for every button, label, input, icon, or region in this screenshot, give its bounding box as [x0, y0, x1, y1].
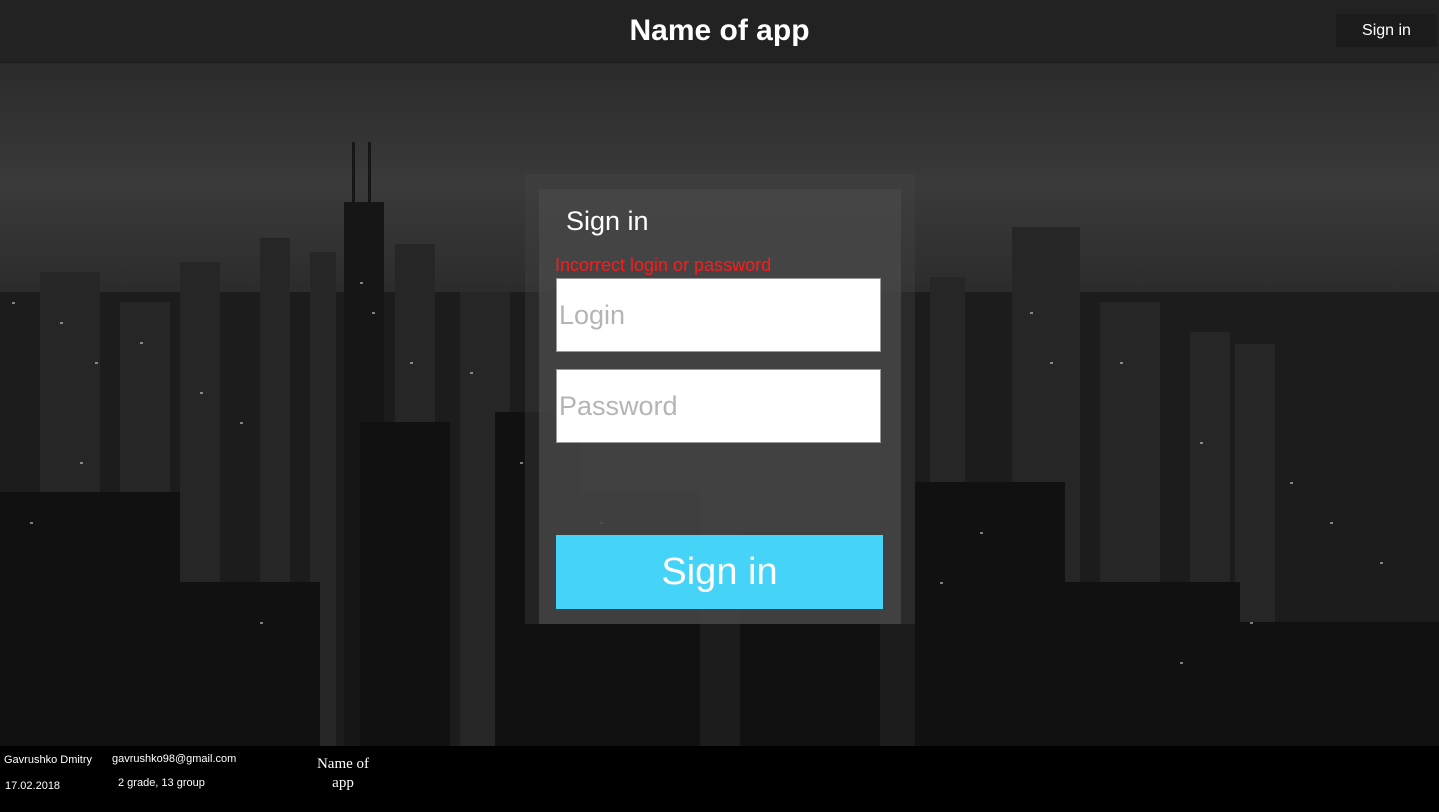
footer-group: 2 grade, 13 group	[118, 777, 205, 789]
footer-author: Gavrushko Dmitry	[4, 754, 93, 766]
top-header: Name of app Sign in	[0, 0, 1439, 63]
login-error-message: Incorrect login or password	[555, 255, 772, 275]
page-footer: Gavrushko Dmitry 17.02.2018 gavrushko98@…	[0, 746, 1439, 812]
header-sign-in-button[interactable]: Sign in	[1336, 14, 1437, 47]
footer-date: 17.02.2018	[5, 780, 61, 792]
app-title: Name of app	[629, 14, 810, 47]
footer-email: gavrushko98@gmail.com	[112, 753, 237, 765]
sign-in-submit-button[interactable]: Sign in	[556, 535, 883, 609]
login-input[interactable]	[556, 278, 881, 352]
login-panel-title: Sign in	[566, 206, 649, 236]
footer-app-name: Name of app	[316, 756, 370, 791]
password-input[interactable]	[556, 369, 881, 443]
